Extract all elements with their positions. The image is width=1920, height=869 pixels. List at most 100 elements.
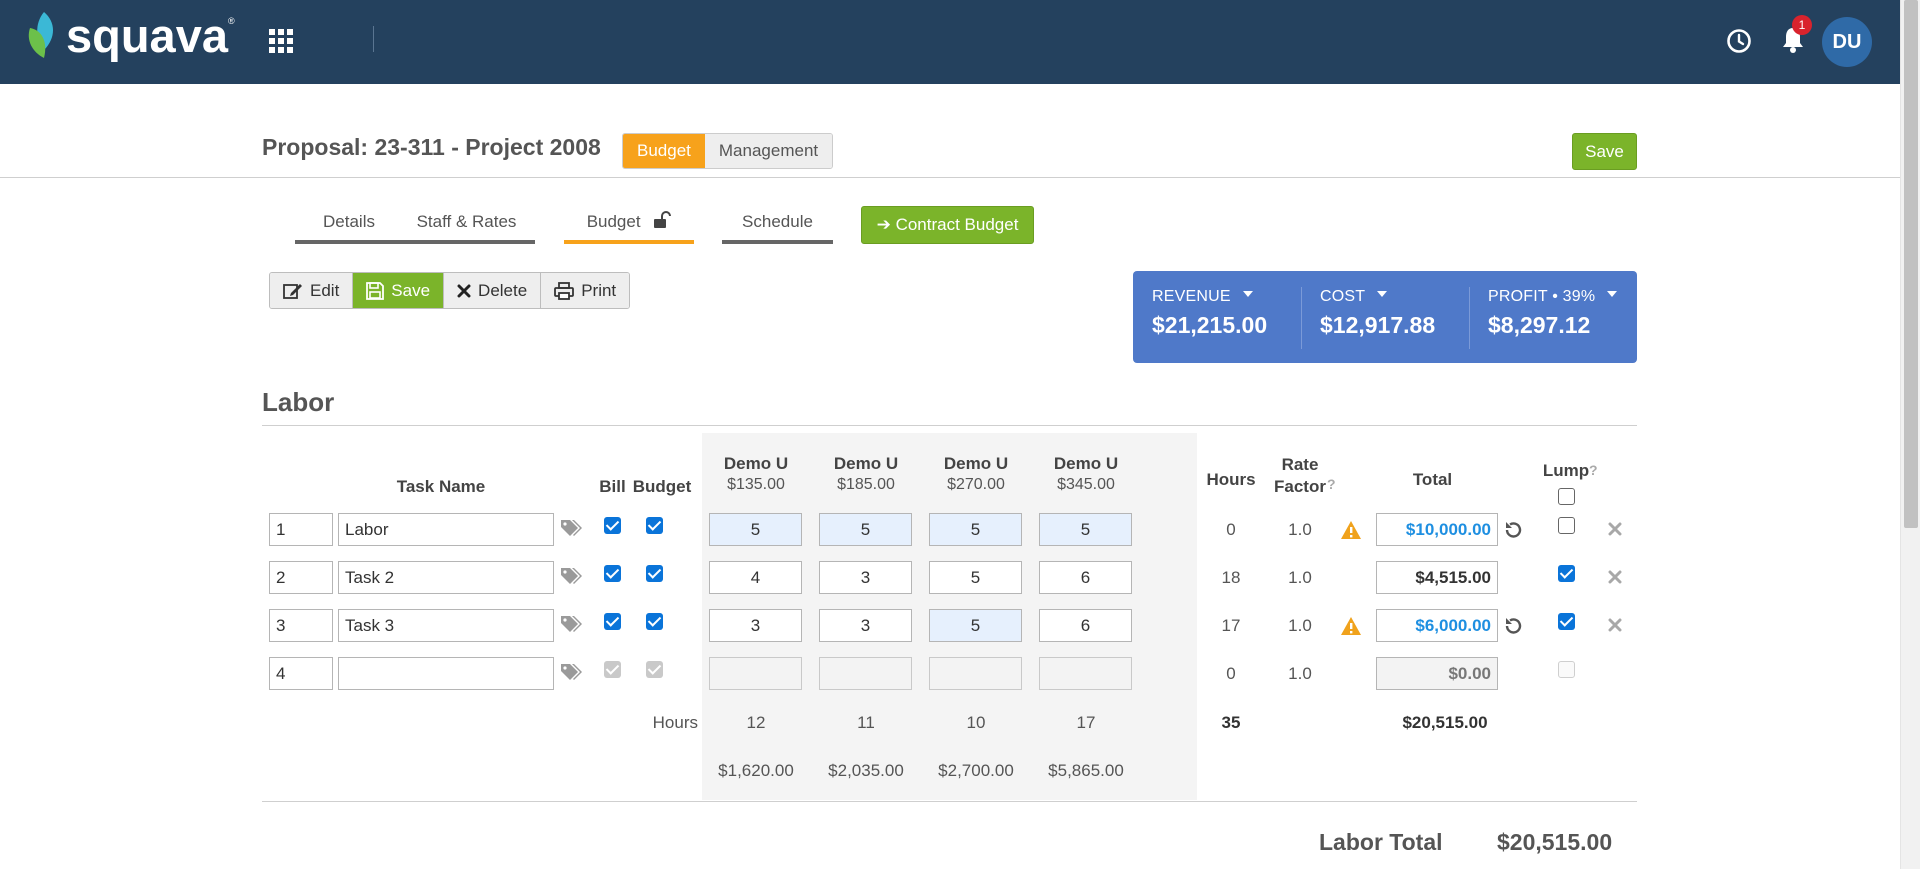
scrollbar-thumb[interactable]: [1904, 0, 1918, 528]
clock-icon[interactable]: [1726, 28, 1752, 54]
lump-checkbox[interactable]: [1558, 565, 1575, 582]
summary-cost[interactable]: COST $12,917.88: [1320, 271, 1435, 363]
remove-row-icon[interactable]: [1608, 618, 1622, 632]
tab-budget[interactable]: Budget: [564, 210, 694, 244]
cost-value: $12,917.88: [1320, 312, 1436, 338]
budget-checkbox[interactable]: [646, 517, 663, 534]
warning-icon: [1341, 617, 1361, 635]
tags-icon[interactable]: [560, 614, 584, 636]
save-button[interactable]: Save: [353, 273, 445, 308]
print-icon: [554, 281, 575, 300]
staff-hours-input[interactable]: 5: [929, 561, 1022, 594]
staff-hours-input[interactable]: 5: [709, 513, 802, 546]
header-hours: Hours: [1206, 470, 1256, 489]
lump-checkbox[interactable]: [1558, 517, 1575, 534]
caret-down-icon[interactable]: [1607, 291, 1618, 297]
total-hours: 35: [1221, 713, 1241, 732]
staff-hours-input[interactable]: 5: [1039, 513, 1132, 546]
budget-checkbox[interactable]: [646, 613, 663, 630]
staff-hours-input[interactable]: 3: [819, 609, 912, 642]
summary-profit[interactable]: PROFIT • 39% $8,297.12: [1488, 271, 1618, 363]
apps-grid-icon[interactable]: [269, 29, 293, 53]
staff-hours-input[interactable]: [819, 657, 912, 690]
tags-icon[interactable]: [560, 518, 584, 540]
staff-hours-total: 10: [966, 713, 986, 732]
tab-schedule[interactable]: Schedule: [722, 212, 833, 244]
header-task-name: Task Name: [396, 477, 486, 496]
tab-label: Details: [323, 212, 375, 231]
task-number-input[interactable]: 2: [269, 561, 333, 594]
remove-row-icon[interactable]: [1608, 522, 1622, 536]
task-number-input[interactable]: 1: [269, 513, 333, 546]
caret-down-icon[interactable]: [1242, 291, 1253, 297]
tab-label: Budget: [586, 212, 641, 231]
lump-help-icon[interactable]: ?: [1589, 462, 1598, 478]
staff-hours-input[interactable]: [1039, 657, 1132, 690]
reset-icon[interactable]: [1503, 616, 1523, 636]
top-navbar: squava ® 1 DU: [0, 0, 1900, 84]
vertical-scrollbar[interactable]: [1900, 0, 1920, 869]
header-save-button[interactable]: Save: [1572, 133, 1637, 170]
row-total-input[interactable]: $6,000.00: [1376, 609, 1498, 642]
row-total-input[interactable]: $0.00: [1376, 657, 1498, 690]
summary-revenue[interactable]: REVENUE $21,215.00: [1152, 271, 1267, 363]
profit-label: PROFIT: [1488, 288, 1548, 305]
staff-hours-input[interactable]: [709, 657, 802, 690]
staff-name: Demo U: [723, 454, 789, 473]
row-total-input[interactable]: $4,515.00: [1376, 561, 1498, 594]
print-label: Print: [581, 281, 617, 300]
task-name-input[interactable]: Task 2: [338, 561, 554, 594]
staff-hours-input[interactable]: [929, 657, 1022, 690]
save-label: Save: [391, 281, 431, 300]
staff-hours-input[interactable]: 5: [819, 513, 912, 546]
staff-hours-input[interactable]: 3: [709, 609, 802, 642]
staff-hours-input[interactable]: 5: [929, 609, 1022, 642]
arrow-right-icon: ➔: [876, 215, 891, 234]
section-divider: [262, 801, 1637, 802]
mode-tab-management[interactable]: Management: [704, 134, 833, 168]
caret-down-icon[interactable]: [1377, 291, 1388, 297]
bill-checkbox[interactable]: [604, 613, 621, 630]
mode-toggle: Budget Management: [622, 133, 834, 169]
cost-label: COST: [1320, 288, 1366, 305]
bill-checkbox[interactable]: [604, 565, 621, 582]
staff-hours-input[interactable]: 6: [1039, 561, 1132, 594]
staff-hours-input[interactable]: 3: [819, 561, 912, 594]
remove-row-icon[interactable]: [1608, 570, 1622, 584]
row-total-input[interactable]: $10,000.00: [1376, 513, 1498, 546]
budget-checkbox[interactable]: [646, 565, 663, 582]
reset-icon[interactable]: [1503, 520, 1523, 540]
task-number-input[interactable]: 4: [269, 657, 333, 690]
mode-tab-budget[interactable]: Budget: [623, 134, 705, 168]
topbar-divider: [373, 26, 374, 52]
row-hours: 0: [1226, 664, 1236, 683]
edit-button[interactable]: Edit: [270, 273, 354, 308]
print-button[interactable]: Print: [541, 273, 630, 308]
bill-checkbox[interactable]: [604, 517, 621, 534]
hours-total-label: Hours: [652, 713, 698, 732]
unlock-icon[interactable]: [653, 210, 672, 229]
task-name-input[interactable]: Task 3: [338, 609, 554, 642]
task-number-input[interactable]: 3: [269, 609, 333, 642]
user-avatar[interactable]: DU: [1822, 17, 1872, 67]
delete-button[interactable]: Delete: [444, 273, 542, 308]
lump-checkbox[interactable]: [1558, 613, 1575, 630]
labor-total-value: $20,515.00: [1497, 829, 1613, 855]
staff-column-header: Demo U $135.00: [706, 454, 806, 494]
tab-details[interactable]: Details: [295, 212, 403, 244]
header-bill: Bill: [599, 477, 626, 496]
header-rate-factor: Rate Factor: [1268, 454, 1332, 498]
staff-hours-input[interactable]: 6: [1039, 609, 1132, 642]
task-name-input[interactable]: Labor: [338, 513, 554, 546]
rate-factor-help-icon[interactable]: ?: [1327, 476, 1336, 492]
contract-budget-button[interactable]: ➔ Contract Budget: [861, 206, 1034, 244]
brand-logo[interactable]: squava ®: [26, 10, 235, 60]
task-name-input[interactable]: [338, 657, 554, 690]
tags-icon[interactable]: [560, 566, 584, 588]
summary-divider: [1301, 287, 1302, 349]
tab-staff-rates[interactable]: Staff & Rates: [398, 212, 535, 244]
lump-select-all-checkbox[interactable]: [1558, 488, 1575, 505]
tags-icon[interactable]: [560, 662, 584, 684]
staff-hours-input[interactable]: 5: [929, 513, 1022, 546]
staff-hours-input[interactable]: 4: [709, 561, 802, 594]
